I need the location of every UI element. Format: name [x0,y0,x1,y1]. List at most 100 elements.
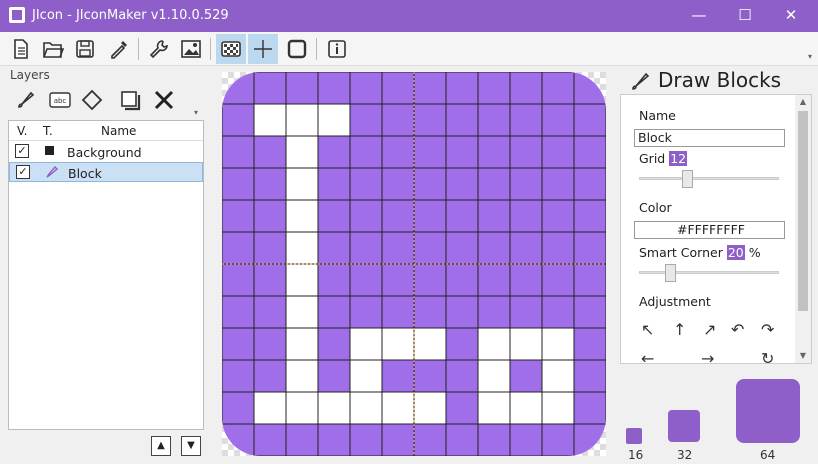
duplicate-layer-button[interactable] [116,86,144,114]
grid-cell[interactable] [445,72,479,105]
toolbar-overflow-icon[interactable]: ▾ [808,52,812,61]
grid-cell[interactable] [317,327,351,361]
grid-cell[interactable] [253,231,287,265]
grid-cell[interactable] [285,423,319,456]
grid-cell[interactable] [413,199,447,233]
grid-cell[interactable] [222,295,255,329]
grid-cell[interactable] [541,423,575,456]
grid-cell[interactable] [573,391,606,425]
grid-cell[interactable] [509,135,543,169]
color-field[interactable]: #FFFFFFFF [634,221,785,239]
grid-slider-thumb[interactable] [681,170,693,188]
grid-cell[interactable] [349,295,383,329]
grid-cell[interactable] [253,199,287,233]
grid-cell-filled[interactable] [413,391,447,425]
maximize-button[interactable]: ☐ [722,0,768,32]
grid-cell[interactable] [349,167,383,201]
shift-up-right-button[interactable]: ↗ [703,320,716,339]
grid-cell[interactable] [445,135,479,169]
new-file-button[interactable] [6,34,36,64]
grid-cell[interactable] [222,199,255,233]
name-column-header[interactable]: Name [101,124,136,138]
image-button[interactable] [176,34,206,64]
grid-cell[interactable] [541,199,575,233]
grid-cell[interactable] [541,167,575,201]
add-brush-layer-button[interactable] [12,86,40,114]
grid-cell[interactable] [381,167,415,201]
layer-toolbar-overflow-icon[interactable]: ▾ [194,108,198,117]
grid-cell[interactable] [349,231,383,265]
grid-cell[interactable] [413,263,447,297]
grid-cell[interactable] [253,295,287,329]
grid-cell[interactable] [573,423,606,456]
checker-background-toggle[interactable] [216,34,246,64]
grid-cell-filled[interactable] [253,103,287,137]
grid-cell-filled[interactable] [349,327,383,361]
grid-cell[interactable] [541,263,575,297]
grid-cell[interactable] [477,103,511,137]
smart-corner-slider-track[interactable] [639,271,779,274]
rotate-right-button[interactable]: ↷ [761,320,774,339]
grid-cell[interactable] [573,359,606,393]
save-button[interactable] [70,34,100,64]
grid-cell[interactable] [477,295,511,329]
properties-scrollbar[interactable]: ▲ ▼ [795,95,811,363]
grid-cell[interactable] [222,423,255,456]
grid-cell-filled[interactable] [285,135,319,169]
grid-cell[interactable] [317,135,351,169]
grid-cell[interactable] [349,199,383,233]
scroll-down-icon[interactable]: ▼ [795,351,811,360]
grid-cell-filled[interactable] [509,391,543,425]
grid-cell[interactable] [381,72,415,105]
grid-cell[interactable] [445,167,479,201]
grid-cell-filled[interactable] [413,327,447,361]
name-field[interactable]: Block [634,129,785,147]
grid-cell[interactable] [381,231,415,265]
smart-corner-slider-thumb[interactable] [665,264,676,282]
grid-cell[interactable] [285,72,319,105]
grid-cell-filled[interactable] [381,327,415,361]
shift-right-button[interactable]: → [701,349,714,368]
grid-cell[interactable] [509,103,543,137]
scrollbar-thumb[interactable] [798,111,808,311]
grid-cell-filled[interactable] [285,199,319,233]
scroll-up-icon[interactable]: ▲ [795,97,811,106]
grid-cell[interactable] [573,263,606,297]
grid-cell[interactable] [573,72,606,105]
grid-cell-filled[interactable] [477,391,511,425]
grid-cell-filled[interactable] [541,391,575,425]
grid-cell[interactable] [317,199,351,233]
add-shape-layer-button[interactable] [78,86,106,114]
grid-cell-filled[interactable] [285,103,319,137]
grid-cell[interactable] [445,359,479,393]
grid-cell-filled[interactable] [285,295,319,329]
grid-cell[interactable] [222,231,255,265]
grid-cell[interactable] [349,103,383,137]
grid-cell[interactable] [222,135,255,169]
grid-cell[interactable] [509,231,543,265]
grid-cell[interactable] [445,263,479,297]
grid-cell-filled[interactable] [317,391,351,425]
grid-cell[interactable] [253,359,287,393]
grid-cell[interactable] [509,359,543,393]
shift-up-button[interactable]: ↑ [673,320,686,339]
grid-cell-filled[interactable] [477,327,511,361]
grid-cell[interactable] [413,231,447,265]
grid-cell[interactable] [573,167,606,201]
frame-toggle[interactable] [282,34,312,64]
grid-cell[interactable] [317,359,351,393]
grid-cell-filled[interactable] [285,359,319,393]
grid-cell[interactable] [541,231,575,265]
grid-cell[interactable] [253,135,287,169]
grid-cell[interactable] [445,199,479,233]
grid-cell[interactable] [413,103,447,137]
grid-cell[interactable] [573,103,606,137]
minimize-button[interactable]: — [676,0,722,32]
grid-cell[interactable] [253,423,287,456]
grid-cell[interactable] [381,135,415,169]
grid-cell[interactable] [541,72,575,105]
grid-cell[interactable] [413,359,447,393]
grid-cell-filled[interactable] [285,391,319,425]
open-folder-button[interactable] [38,34,68,64]
grid-cell-filled[interactable] [317,103,351,137]
